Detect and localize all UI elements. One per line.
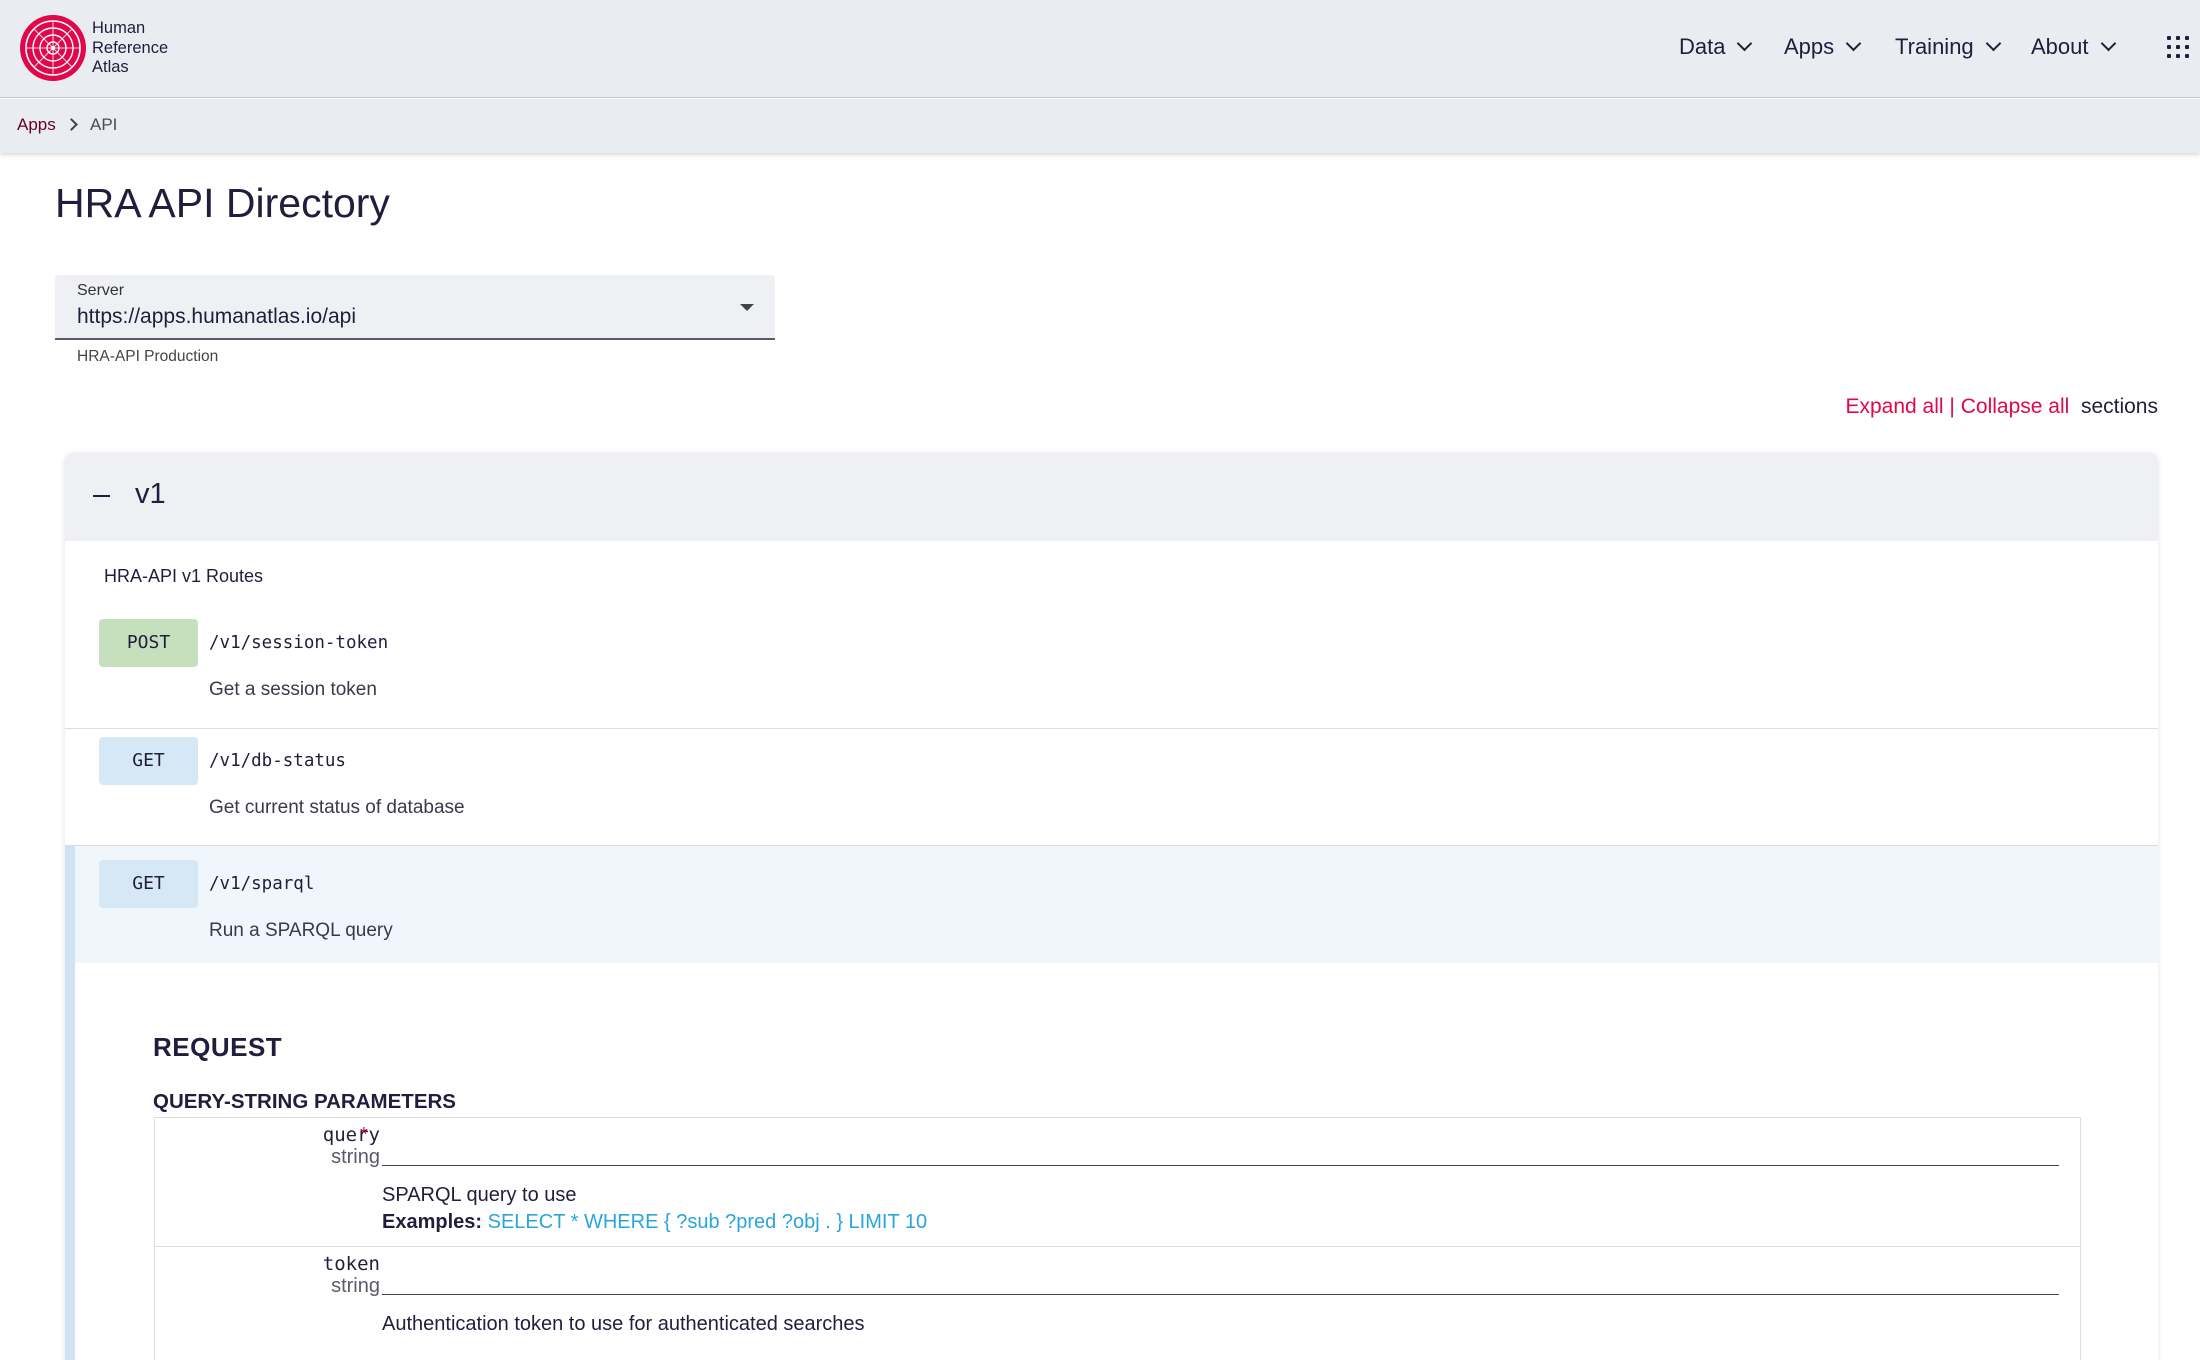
brand-line-1: Human bbox=[92, 19, 146, 37]
method-badge: POST bbox=[99, 619, 198, 667]
section-header[interactable]: v1 bbox=[65, 453, 2158, 541]
sections-label: sections bbox=[2080, 395, 2158, 418]
server-label: Server bbox=[77, 282, 125, 299]
param-type: string bbox=[331, 1275, 380, 1297]
server-hint: HRA-API Production bbox=[77, 348, 219, 365]
section-v1: v1 HRA-API v1 Routes POST /v1/session-to… bbox=[65, 453, 2158, 1360]
param-examples: Examples: SELECT * WHERE { ?sub ?pred ?o… bbox=[382, 1211, 927, 1234]
route-get-sparql[interactable]: GET /v1/sparql Run a SPARQL query bbox=[65, 846, 2158, 964]
page-title: HRA API Directory bbox=[55, 180, 390, 226]
query-params-heading: QUERY-STRING PARAMETERS bbox=[153, 1090, 456, 1113]
breadcrumb-apps-link[interactable]: Apps bbox=[17, 115, 56, 135]
route-summary: Get current status of database bbox=[209, 797, 465, 818]
chevron-down-icon bbox=[1737, 35, 1753, 52]
examples-label: Examples: bbox=[382, 1211, 483, 1233]
route-detail-panel: REQUEST QUERY-STRING PARAMETERS * query … bbox=[65, 963, 2158, 1360]
route-summary: Get a session token bbox=[209, 679, 377, 700]
server-select[interactable]: Server https://apps.humanatlas.io/api bbox=[55, 275, 775, 340]
separator: | bbox=[1949, 395, 1955, 418]
method-badge: GET bbox=[99, 737, 198, 785]
breadcrumb: Apps API bbox=[0, 99, 2200, 153]
collapse-all-link[interactable]: Collapse all bbox=[1961, 395, 2070, 418]
example-value-link[interactable]: SELECT * WHERE { ?sub ?pred ?obj . } LIM… bbox=[488, 1211, 927, 1233]
breadcrumb-current: API bbox=[90, 115, 118, 134]
expand-collapse-controls: Expand all | Collapse all sections bbox=[1845, 395, 2158, 419]
collapse-icon[interactable] bbox=[93, 495, 110, 497]
route-path: /v1/db-status bbox=[209, 751, 346, 771]
nav-label: Training bbox=[1895, 34, 1974, 59]
nav-label: Data bbox=[1679, 34, 1726, 59]
param-type: string bbox=[331, 1146, 380, 1168]
param-name: query bbox=[322, 1124, 380, 1146]
route-summary: Run a SPARQL query bbox=[209, 920, 393, 941]
param-row-token: token string Authentication token to use… bbox=[155, 1247, 2080, 1360]
brand-line-3: Atlas bbox=[92, 58, 129, 76]
param-name: token bbox=[322, 1253, 380, 1275]
param-description: Authentication token to use for authenti… bbox=[382, 1313, 865, 1335]
request-heading: REQUEST bbox=[153, 1032, 283, 1062]
params-table: * query string SPARQL query to use Examp… bbox=[154, 1117, 2081, 1360]
top-navbar: Human Reference Atlas Data Apps Training… bbox=[0, 0, 2200, 98]
token-input[interactable] bbox=[382, 1265, 2059, 1295]
param-description: SPARQL query to use bbox=[382, 1184, 577, 1206]
route-path: /v1/session-token bbox=[209, 633, 389, 653]
dropdown-arrow-icon bbox=[740, 304, 754, 311]
hra-logo-icon[interactable] bbox=[20, 15, 86, 81]
chevron-down-icon bbox=[1985, 35, 2001, 52]
chevron-down-icon bbox=[1845, 35, 1862, 52]
nav-label: About bbox=[2031, 34, 2089, 59]
route-post-session-token[interactable]: POST /v1/session-token Get a session tok… bbox=[65, 605, 2158, 723]
nav-label: Apps bbox=[1784, 34, 1835, 59]
method-badge: GET bbox=[99, 860, 198, 908]
query-input[interactable] bbox=[382, 1136, 2059, 1166]
nav-about-menu[interactable]: About bbox=[2031, 34, 2116, 60]
brand-name[interactable]: Human Reference Atlas bbox=[92, 19, 168, 78]
param-row-query: * query string SPARQL query to use Examp… bbox=[155, 1118, 2080, 1246]
brand-line-2: Reference bbox=[92, 38, 169, 57]
nav-apps-menu[interactable]: Apps bbox=[1784, 34, 1862, 60]
server-value: https://apps.humanatlas.io/api bbox=[77, 305, 357, 328]
route-path: /v1/sparql bbox=[209, 874, 315, 894]
chevron-right-icon bbox=[65, 118, 78, 131]
section-title: v1 bbox=[135, 478, 166, 510]
expand-all-link[interactable]: Expand all bbox=[1845, 395, 1943, 418]
chevron-down-icon bbox=[2100, 35, 2116, 52]
route-get-db-status[interactable]: GET /v1/db-status Get current status of … bbox=[65, 723, 2158, 841]
nav-data-menu[interactable]: Data bbox=[1679, 34, 1753, 60]
nav-training-menu[interactable]: Training bbox=[1895, 34, 2001, 60]
section-description: HRA-API v1 Routes bbox=[104, 566, 264, 586]
app-grid-icon[interactable] bbox=[2167, 36, 2189, 58]
